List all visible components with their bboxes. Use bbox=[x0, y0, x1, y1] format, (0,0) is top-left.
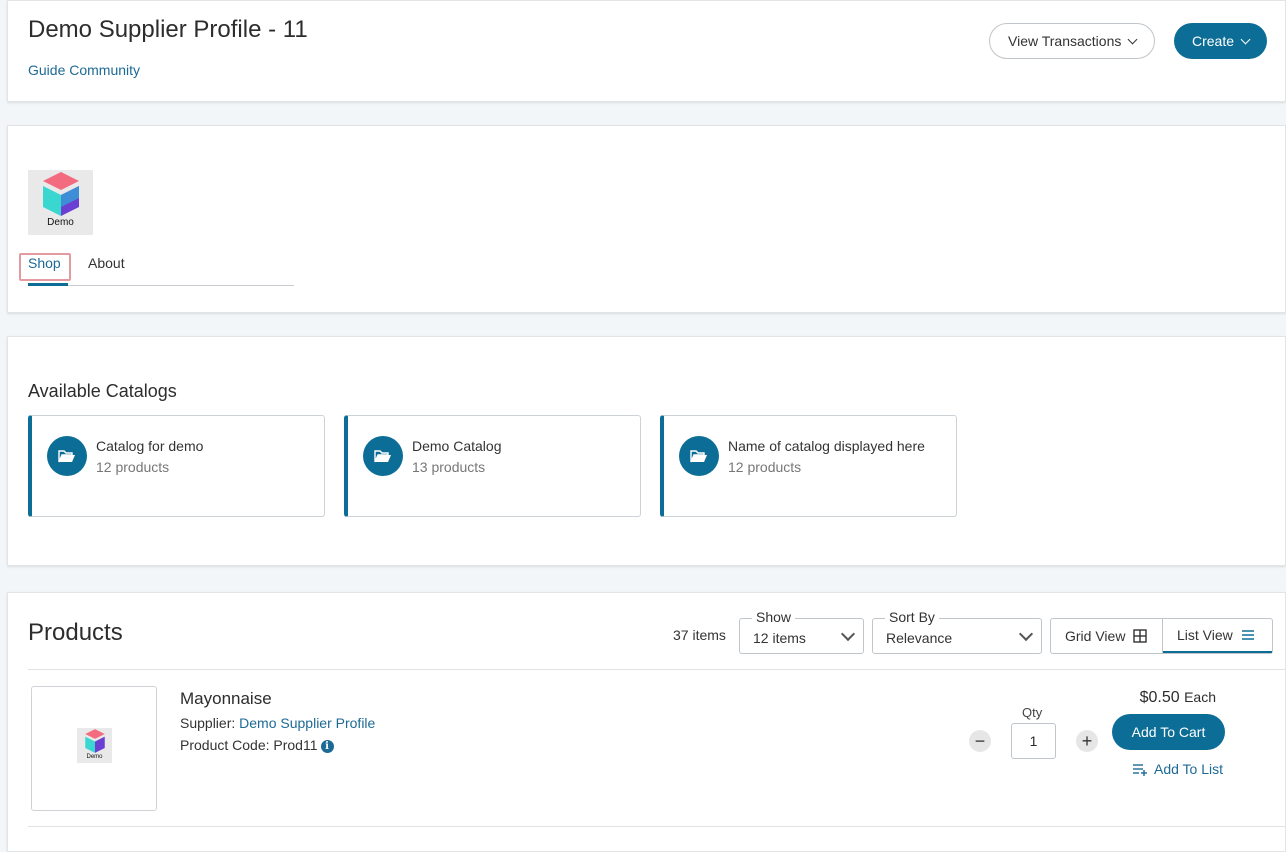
increment-button[interactable]: + bbox=[1076, 730, 1098, 752]
products-section: Products 37 items Show 12 items Sort By … bbox=[7, 592, 1286, 852]
grid-view-label: Grid View bbox=[1065, 628, 1126, 644]
cube-logo-icon bbox=[42, 172, 79, 216]
grid-view-button[interactable]: Grid View bbox=[1051, 619, 1163, 653]
view-toggle: Grid View List View bbox=[1050, 618, 1273, 654]
supplier-brand-card: Demo Shop About bbox=[7, 125, 1286, 313]
folder-open-icon bbox=[47, 436, 87, 476]
catalog-name: Catalog for demo bbox=[96, 438, 204, 454]
grid-icon bbox=[1133, 629, 1148, 643]
view-transactions-button[interactable]: View Transactions bbox=[989, 23, 1156, 59]
supplier-logo: Demo bbox=[28, 170, 93, 235]
catalog-card[interactable]: Name of catalog displayed here 12 produc… bbox=[660, 415, 957, 517]
page-title: Demo Supplier Profile - 11 bbox=[28, 16, 308, 43]
create-label: Create bbox=[1192, 33, 1235, 49]
supplier-label: Supplier: bbox=[180, 715, 236, 731]
chevron-down-icon bbox=[840, 626, 856, 642]
product-code-value: Prod11 bbox=[273, 737, 318, 753]
plus-icon: + bbox=[1081, 731, 1093, 751]
decrement-button[interactable]: − bbox=[969, 730, 991, 752]
catalog-count: 13 products bbox=[412, 459, 486, 475]
tab-shop[interactable]: Shop bbox=[19, 253, 71, 281]
product-price: $0.50 Each bbox=[1140, 689, 1216, 707]
product-supplier: Supplier: Demo Supplier Profile bbox=[180, 715, 375, 731]
catalog-name: Demo Catalog bbox=[412, 438, 502, 454]
sort-legend: Sort By bbox=[885, 609, 939, 625]
active-tab-indicator bbox=[28, 283, 68, 286]
products-heading: Products bbox=[28, 619, 123, 646]
divider bbox=[28, 669, 1285, 670]
show-legend: Show bbox=[752, 609, 796, 625]
sort-value: Relevance bbox=[886, 630, 953, 646]
playlist-add-icon bbox=[1133, 763, 1147, 776]
add-to-list-label: Add To List bbox=[1154, 761, 1224, 777]
catalogs-section: Available Catalogs Catalog for demo 12 p… bbox=[7, 336, 1286, 566]
view-transactions-label: View Transactions bbox=[1008, 33, 1122, 49]
guide-community-link[interactable]: Guide Community bbox=[28, 62, 140, 78]
create-button[interactable]: Create bbox=[1174, 23, 1268, 59]
product-thumbnail-label: Demo bbox=[86, 754, 103, 760]
add-to-cart-button[interactable]: Add To Cart bbox=[1112, 714, 1225, 750]
cube-logo-icon bbox=[84, 729, 105, 753]
quantity-input[interactable]: 1 bbox=[1011, 723, 1056, 759]
add-to-list-button[interactable]: Add To List bbox=[1132, 761, 1223, 777]
tab-about[interactable]: About bbox=[88, 255, 125, 271]
divider bbox=[28, 826, 1285, 827]
list-icon bbox=[1241, 630, 1254, 640]
supplier-link[interactable]: Demo Supplier Profile bbox=[239, 715, 375, 731]
profile-tabs: Shop About bbox=[19, 252, 294, 286]
price-value: $0.50 bbox=[1139, 689, 1180, 706]
chevron-down-icon bbox=[1127, 34, 1138, 44]
sort-select[interactable]: Sort By Relevance bbox=[872, 609, 1042, 654]
catalog-count: 12 products bbox=[728, 459, 802, 475]
minus-icon: − bbox=[974, 731, 986, 751]
catalogs-heading: Available Catalogs bbox=[28, 381, 177, 401]
price-unit: Each bbox=[1184, 689, 1216, 705]
items-count: 37 items bbox=[673, 627, 726, 643]
folder-open-icon bbox=[679, 436, 719, 476]
chevron-down-icon bbox=[1240, 34, 1251, 44]
list-view-label: List View bbox=[1176, 627, 1233, 643]
chevron-down-icon bbox=[1018, 626, 1034, 642]
catalog-name: Name of catalog displayed here bbox=[728, 438, 925, 454]
catalog-card[interactable]: Catalog for demo 12 products bbox=[28, 415, 325, 517]
product-name[interactable]: Mayonnaise bbox=[180, 689, 272, 709]
supplier-header: Demo Supplier Profile - 11 Guide Communi… bbox=[7, 0, 1286, 102]
product-code-label: Product Code: bbox=[180, 737, 270, 753]
product-code: Product Code: Prod11 i bbox=[180, 737, 334, 753]
show-value: 12 items bbox=[753, 630, 806, 646]
catalog-card[interactable]: Demo Catalog 13 products bbox=[344, 415, 641, 517]
catalog-count: 12 products bbox=[96, 459, 170, 475]
folder-open-icon bbox=[363, 436, 403, 476]
qty-label: Qty bbox=[1022, 705, 1043, 720]
product-thumbnail[interactable]: Demo bbox=[31, 686, 157, 811]
list-view-button[interactable]: List View bbox=[1162, 619, 1272, 653]
logo-label: Demo bbox=[47, 217, 74, 228]
product-thumbnail-logo: Demo bbox=[77, 728, 112, 763]
info-icon[interactable]: i bbox=[320, 740, 334, 753]
focus-outline bbox=[19, 253, 71, 281]
show-select[interactable]: Show 12 items bbox=[739, 609, 864, 654]
